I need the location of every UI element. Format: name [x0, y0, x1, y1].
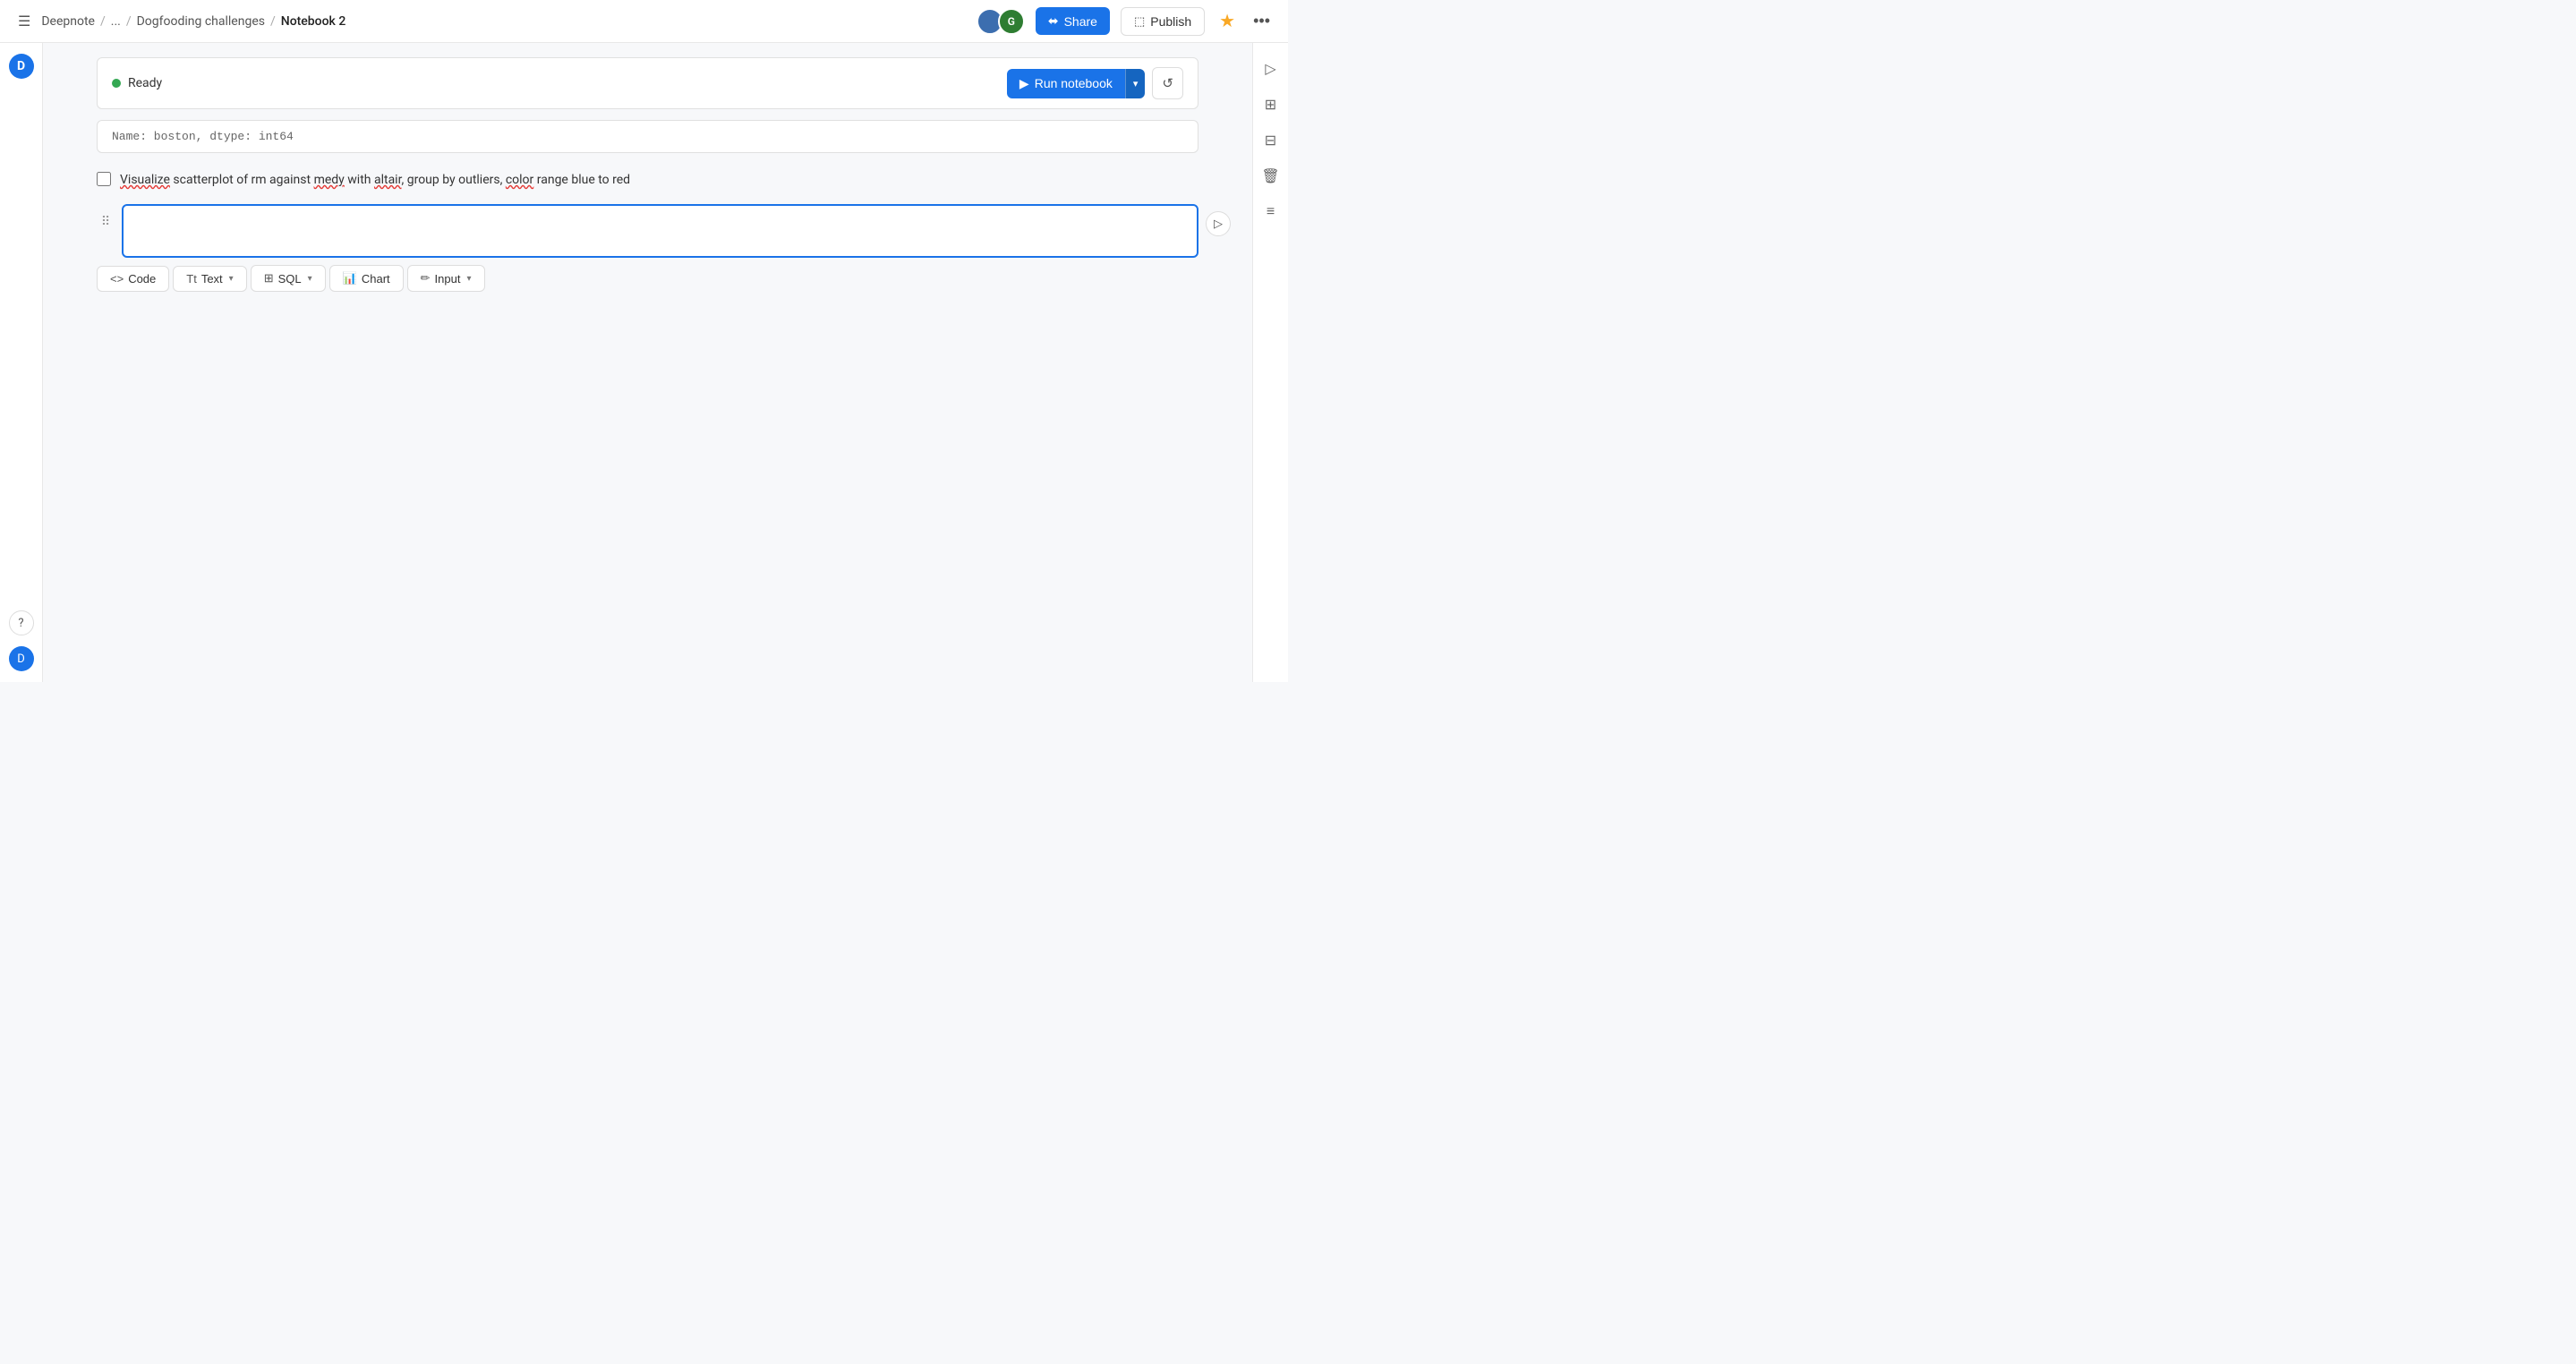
medy-word: medy: [314, 173, 345, 187]
right-panel-run-icon[interactable]: ▷: [1257, 54, 1285, 82]
cell-drag-handle[interactable]: ⠿: [97, 204, 115, 229]
text-caret-icon: ▾: [229, 274, 234, 284]
right-panel-delete-icon[interactable]: 🗑: [1257, 161, 1285, 190]
active-cell[interactable]: [122, 204, 1198, 258]
color-word: color: [506, 173, 533, 187]
topnav-left: ☰ Deepnote / ... / Dogfooding challenges…: [14, 9, 966, 33]
star-button[interactable]: ★: [1215, 6, 1239, 36]
sidebar-bottom: ? D: [9, 610, 34, 671]
run-notebook-label: Run notebook: [1035, 76, 1113, 90]
run-play-icon: ▶: [1019, 76, 1029, 91]
breadcrumb-sep-3: /: [270, 14, 276, 29]
sql-type-button[interactable]: ⊞ SQL ▾: [251, 265, 326, 292]
cell-section: Name: boston, dtype: int64 Visualize sca…: [97, 120, 1198, 292]
publish-button[interactable]: ⬚ Publish: [1121, 7, 1205, 36]
breadcrumb-current: Notebook 2: [281, 14, 346, 29]
visualize-word: Visualize: [120, 173, 170, 187]
task-checkbox[interactable]: [97, 172, 111, 186]
text-type-button[interactable]: Tt Text ▾: [173, 266, 246, 292]
active-cell-wrapper: ⠿ ▷: [97, 204, 1198, 258]
right-panel: ▷ ⊞ ⊟ 🗑 ≡: [1252, 43, 1288, 682]
breadcrumb: Deepnote / ... / Dogfooding challenges /…: [41, 14, 345, 29]
hamburger-icon[interactable]: ☰: [14, 9, 34, 33]
run-dropdown-button[interactable]: ▾: [1125, 69, 1146, 98]
partial-code-cell: Name: boston, dtype: int64: [97, 120, 1198, 153]
code-label: Code: [128, 272, 156, 286]
code-icon: <>: [110, 272, 124, 286]
right-panel-table-icon[interactable]: ⊟: [1257, 125, 1285, 154]
input-label: Input: [435, 272, 461, 286]
breadcrumb-sep-1: /: [100, 14, 106, 29]
input-caret-icon: ▾: [466, 274, 471, 284]
share-icon: ⬌: [1048, 13, 1059, 29]
breadcrumb-home[interactable]: Deepnote: [41, 14, 95, 29]
code-type-button[interactable]: <> Code: [97, 266, 169, 292]
left-sidebar: D ? D: [0, 43, 43, 682]
status-bar: Ready ▶ Run notebook ▾ ↺: [97, 57, 1198, 109]
sql-icon: ⊞: [264, 271, 274, 286]
publish-icon: ⬚: [1134, 14, 1145, 29]
share-label: Share: [1064, 14, 1097, 29]
avatar-user2[interactable]: G: [998, 8, 1025, 35]
status-dot: [112, 79, 121, 88]
refresh-button[interactable]: ↺: [1152, 67, 1183, 99]
share-button[interactable]: ⬌ Share: [1036, 7, 1110, 35]
chart-label: Chart: [362, 272, 390, 286]
right-panel-menu-icon[interactable]: ≡: [1257, 197, 1285, 226]
deepnote-bottom-icon[interactable]: D: [9, 646, 34, 671]
breadcrumb-sep-2: /: [126, 14, 132, 29]
main-layout: D ? D Ready ▶ Run notebook ▾ ↺ Name: bo: [0, 43, 1288, 682]
publish-label: Publish: [1150, 14, 1191, 29]
task-label: Visualize scatterplot of rm against medy…: [120, 171, 630, 190]
chart-type-button[interactable]: 📊 Chart: [329, 265, 404, 292]
input-icon: ✏: [421, 271, 431, 286]
altair-word: altair: [374, 173, 402, 187]
sql-caret-icon: ▾: [308, 274, 312, 284]
run-btn-group: ▶ Run notebook ▾: [1007, 69, 1146, 98]
topnav-right: G ⬌ Share ⬚ Publish ★ •••: [977, 6, 1274, 36]
status-text: Ready: [128, 76, 162, 90]
content-area: Ready ▶ Run notebook ▾ ↺ Name: boston, d…: [43, 43, 1252, 682]
sidebar-logo[interactable]: D: [9, 54, 34, 79]
cell-run-icon[interactable]: ▷: [1206, 211, 1231, 236]
sql-label: SQL: [278, 272, 302, 286]
text-label: Text: [201, 272, 223, 286]
help-icon[interactable]: ?: [9, 610, 34, 635]
chart-icon: 📊: [343, 271, 357, 286]
input-type-button[interactable]: ✏ Input ▾: [407, 265, 485, 292]
checkbox-row: Visualize scatterplot of rm against medy…: [97, 164, 1198, 197]
text-icon: Tt: [186, 272, 197, 286]
breadcrumb-ellipsis[interactable]: ...: [111, 14, 121, 29]
topnav: ☰ Deepnote / ... / Dogfooding challenges…: [0, 0, 1288, 43]
cell-type-toolbar: <> Code Tt Text ▾ ⊞ SQL ▾ 📊 Chart: [97, 265, 1198, 292]
cell-editor[interactable]: [124, 206, 1197, 256]
breadcrumb-project[interactable]: Dogfooding challenges: [137, 14, 265, 29]
partial-code-text: Name: boston, dtype: int64: [112, 130, 294, 143]
right-panel-grid-icon[interactable]: ⊞: [1257, 90, 1285, 118]
more-button[interactable]: •••: [1250, 8, 1274, 34]
run-notebook-button[interactable]: ▶ Run notebook: [1007, 69, 1125, 98]
avatar-group: G: [977, 8, 1025, 35]
